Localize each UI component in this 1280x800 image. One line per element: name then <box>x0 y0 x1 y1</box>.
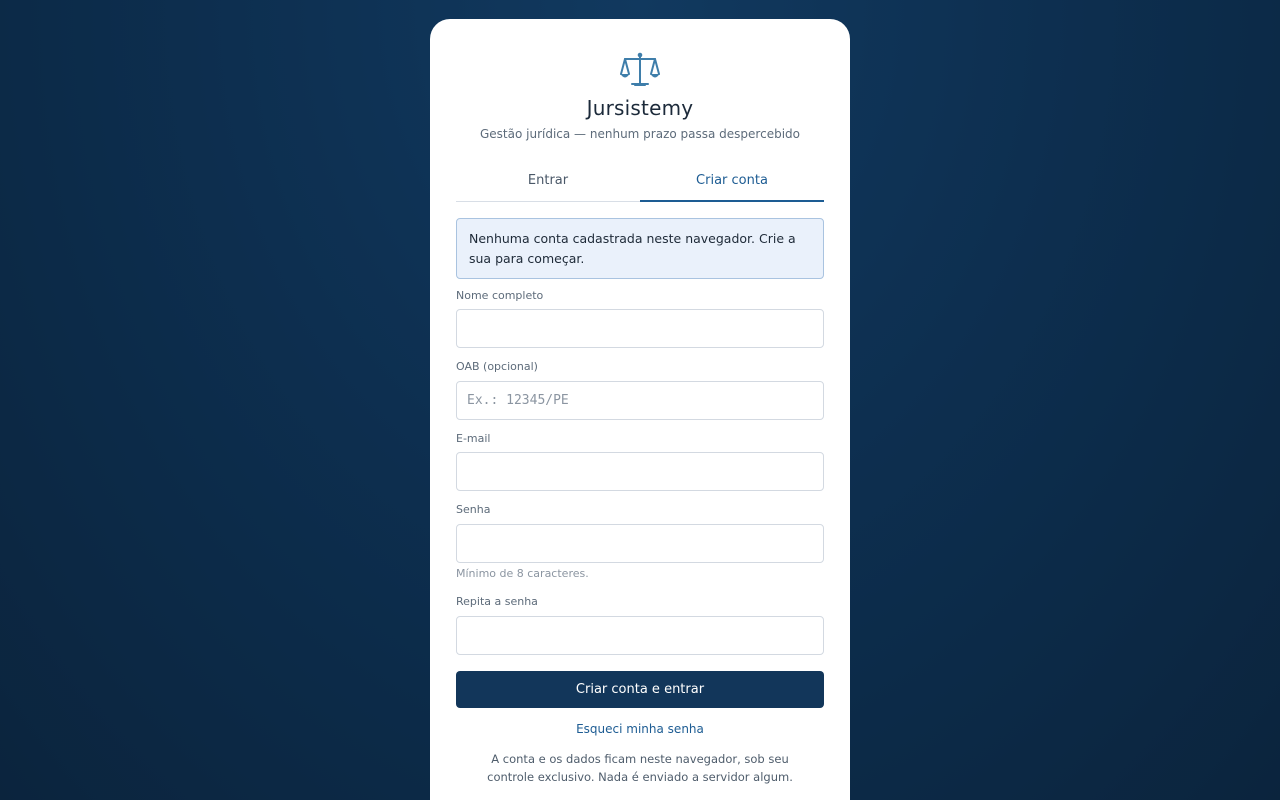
password-hint: Mínimo de 8 caracteres. <box>456 567 589 580</box>
oab-field[interactable] <box>456 381 824 420</box>
oab-label: OAB (opcional) <box>456 360 538 373</box>
auth-card: Jursistemy Gestão jurídica — nenhum praz… <box>430 19 850 800</box>
tab-entrar[interactable]: Entrar <box>456 169 640 201</box>
email-label: E-mail <box>456 432 491 445</box>
auth-tabs: Entrar Criar conta <box>456 169 824 202</box>
info-notice: Nenhuma conta cadastrada neste navegador… <box>456 218 824 279</box>
app-title: Jursistemy <box>586 96 694 120</box>
password-confirm-label: Repita a senha <box>456 595 538 608</box>
tab-criar-conta[interactable]: Criar conta <box>640 169 824 202</box>
forgot-password-link[interactable]: Esqueci minha senha <box>430 722 850 736</box>
password-label: Senha <box>456 503 491 516</box>
privacy-footnote: A conta e os dados ficam neste navegador… <box>487 752 793 784</box>
scales-of-justice-icon <box>620 52 660 86</box>
full-name-label: Nome completo <box>456 289 544 302</box>
app-subtitle: Gestão jurídica — nenhum prazo passa des… <box>479 127 800 141</box>
password-confirm-field[interactable] <box>456 616 824 655</box>
create-account-button[interactable]: Criar conta e entrar <box>456 671 824 708</box>
password-field[interactable] <box>456 524 824 563</box>
email-field[interactable] <box>456 452 824 491</box>
full-name-field[interactable] <box>456 309 824 348</box>
